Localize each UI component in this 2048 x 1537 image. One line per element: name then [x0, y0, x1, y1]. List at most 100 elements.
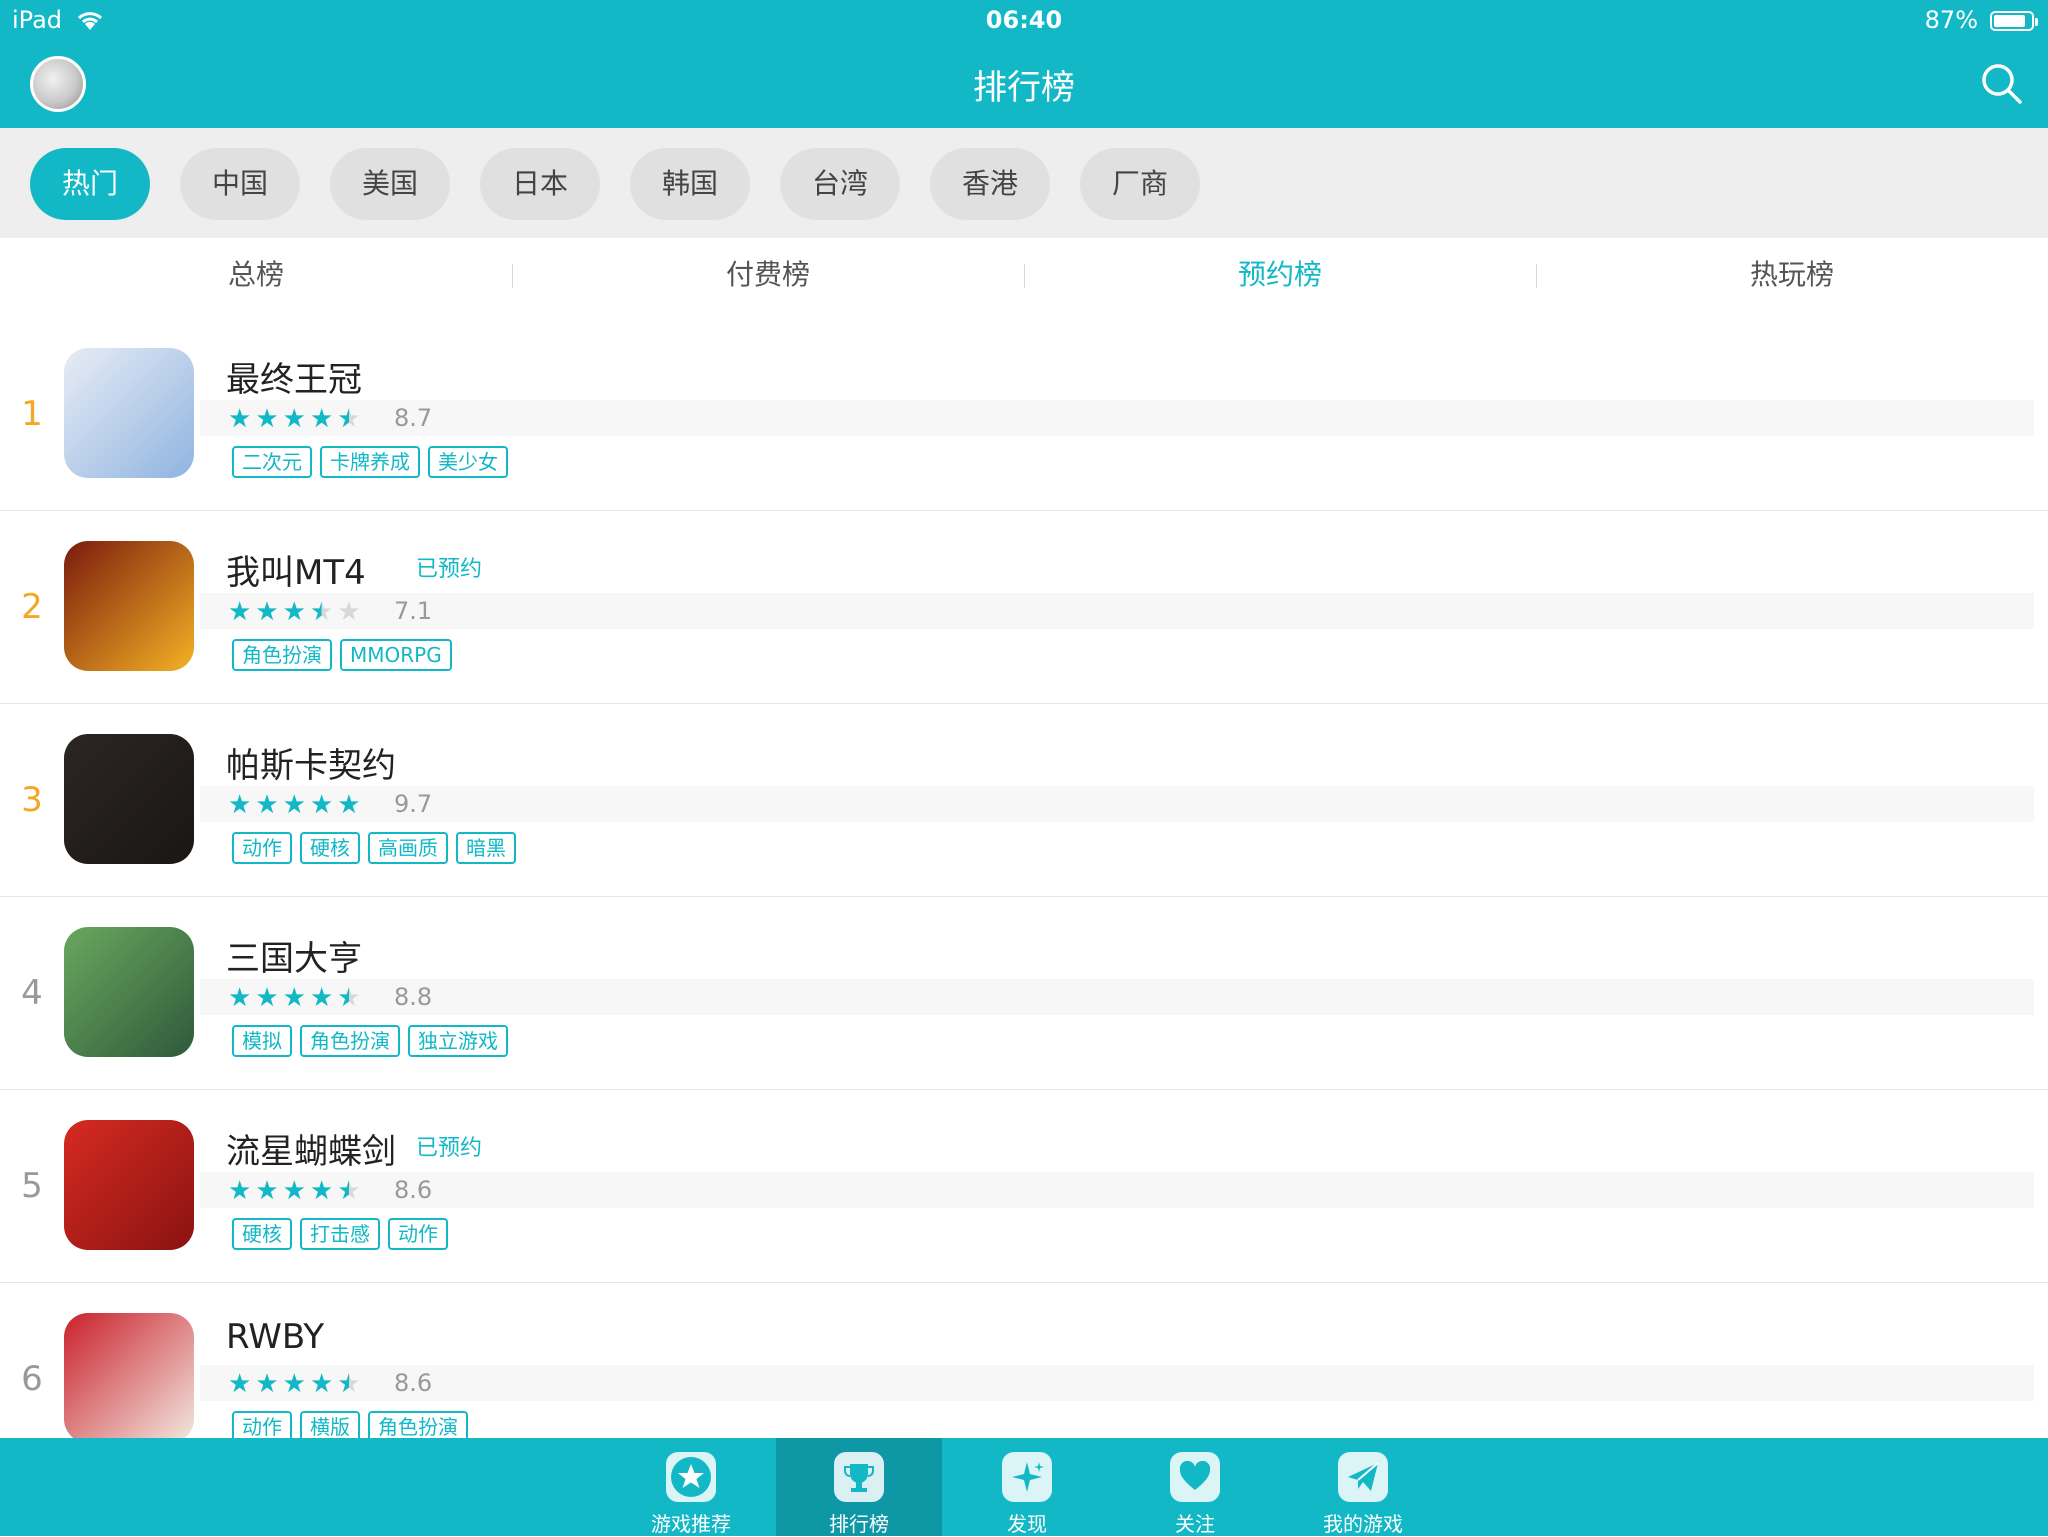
genre-tag[interactable]: 独立游戏	[408, 1025, 508, 1057]
rank-number: 1	[21, 394, 43, 434]
battery-icon	[1990, 11, 2038, 31]
genre-tag[interactable]: 横版	[300, 1411, 360, 1438]
tab-2[interactable]: 预约榜	[1024, 238, 1536, 318]
list-item[interactable]: 3 帕斯卡契约 ★ ★ ★ ★ ★ 9.7 动作 硬核 高画质 暗黑	[0, 704, 2048, 897]
genre-tag[interactable]: 角色扮演	[368, 1411, 468, 1438]
search-icon[interactable]	[1980, 62, 2024, 106]
genre-tag[interactable]: 硬核	[300, 832, 360, 864]
bottom-nav: 游戏推荐 排行榜 发现 关注 我的游戏	[0, 1438, 2048, 1536]
star-icon: ★	[255, 790, 279, 820]
nav-item-trophy[interactable]: 排行榜	[776, 1438, 942, 1536]
nav-item-star[interactable]: 游戏推荐	[608, 1438, 774, 1536]
app-icon[interactable]	[64, 348, 194, 478]
trophy-icon	[834, 1452, 884, 1502]
region-pill[interactable]: 美国	[330, 148, 450, 220]
star-icon: ★	[337, 790, 361, 820]
status-bar: iPad 06:40 87%	[0, 0, 2048, 40]
tab-divider	[1536, 264, 1537, 288]
nav-label: 排行榜	[829, 1512, 889, 1536]
tab-0[interactable]: 总榜	[0, 238, 512, 318]
nav-item-paper-plane[interactable]: 我的游戏	[1280, 1438, 1446, 1536]
nav-item-sparkle[interactable]: 发现	[944, 1438, 1110, 1536]
rating-score: 8.8	[394, 983, 433, 1011]
game-name[interactable]: 帕斯卡契约	[226, 738, 396, 787]
reserved-badge: 已预约	[416, 557, 483, 582]
genre-tag[interactable]: 卡牌养成	[320, 446, 420, 478]
star-icon: ★	[282, 597, 306, 627]
nav-item-heart[interactable]: 关注	[1112, 1438, 1278, 1536]
genre-tag[interactable]: MMORPG	[340, 639, 452, 671]
region-pill[interactable]: 韩国	[630, 148, 750, 220]
genre-tag[interactable]: 美少女	[428, 446, 508, 478]
genre-tag[interactable]: 高画质	[368, 832, 448, 864]
genre-tag[interactable]: 二次元	[232, 446, 312, 478]
tab-1[interactable]: 付费榜	[512, 238, 1024, 318]
game-name[interactable]: 最终王冠	[226, 352, 362, 401]
rank-number: 4	[21, 973, 43, 1013]
game-name[interactable]: 流星蝴蝶剑	[226, 1124, 396, 1173]
star-icon	[666, 1452, 716, 1502]
list-item[interactable]: 6 RWBY ★ ★ ★ ★ ★ 8.6 动作 横版 角色扮演	[0, 1283, 2048, 1438]
star-icon: ★	[337, 404, 361, 434]
region-pill[interactable]: 香港	[930, 148, 1050, 220]
region-pill[interactable]: 台湾	[780, 148, 900, 220]
genre-tag[interactable]: 暗黑	[456, 832, 516, 864]
row-stripe	[200, 786, 2034, 822]
region-filter-bar: 热门 中国 美国 日本 韩国 台湾 香港 厂商	[0, 128, 2048, 238]
row-stripe	[200, 400, 2034, 436]
region-pill[interactable]: 厂商	[1080, 148, 1200, 220]
row-stripe	[200, 593, 2034, 629]
star-icon: ★	[337, 1176, 361, 1206]
game-name[interactable]: 我叫MT4	[226, 545, 366, 594]
rating-stars: ★ ★ ★ ★ ★	[228, 790, 365, 820]
genre-tag[interactable]: 角色扮演	[300, 1025, 400, 1057]
app-icon[interactable]	[64, 927, 194, 1057]
genre-tag[interactable]: 动作	[388, 1218, 448, 1250]
rating-score: 8.7	[394, 404, 433, 432]
star-icon: ★	[309, 1369, 334, 1399]
list-item[interactable]: 2 我叫MT4 已预约 ★ ★ ★ ★ ★ 7.1 角色扮演 MMORPG	[0, 511, 2048, 704]
genre-tag[interactable]: 模拟	[232, 1025, 292, 1057]
tab-3[interactable]: 热玩榜	[1536, 238, 2048, 318]
star-icon: ★	[228, 597, 252, 627]
battery-percent: 87%	[1924, 6, 1978, 34]
region-pill[interactable]: 中国	[180, 148, 300, 220]
rating-stars: ★ ★ ★ ★ ★	[228, 983, 365, 1013]
star-icon: ★	[282, 790, 306, 820]
region-pill[interactable]: 日本	[480, 148, 600, 220]
star-icon: ★	[309, 597, 334, 627]
ranking-tabs: 总榜 付费榜 预约榜 热玩榜	[0, 238, 2048, 319]
list-item[interactable]: 4 三国大亨 ★ ★ ★ ★ ★ 8.8 模拟 角色扮演 独立游戏	[0, 897, 2048, 1090]
star-icon: ★	[337, 597, 361, 627]
star-icon: ★	[337, 983, 361, 1013]
star-icon: ★	[255, 404, 279, 434]
list-item[interactable]: 1 最终王冠 ★ ★ ★ ★ ★ 8.7 二次元 卡牌养成 美少女	[0, 318, 2048, 511]
page-title: 排行榜	[973, 68, 1075, 108]
app-icon[interactable]	[64, 541, 194, 671]
tag-list: 动作 横版 角色扮演	[232, 1411, 476, 1438]
star-icon: ★	[309, 404, 334, 434]
rating-score: 7.1	[394, 597, 433, 625]
reserved-badge: 已预约	[416, 1136, 483, 1161]
genre-tag[interactable]: 硬核	[232, 1218, 292, 1250]
row-stripe	[200, 1365, 2034, 1401]
paper-plane-icon	[1338, 1452, 1388, 1502]
star-icon: ★	[255, 1369, 279, 1399]
rank-number: 5	[21, 1166, 43, 1206]
app-icon[interactable]	[64, 1313, 194, 1438]
game-name[interactable]: 三国大亨	[226, 931, 362, 980]
app-icon[interactable]	[64, 734, 194, 864]
list-item[interactable]: 5 流星蝴蝶剑 已预约 ★ ★ ★ ★ ★ 8.6 硬核 打击感 动作	[0, 1090, 2048, 1283]
genre-tag[interactable]: 动作	[232, 1411, 292, 1438]
rating-stars: ★ ★ ★ ★ ★	[228, 1369, 365, 1399]
genre-tag[interactable]: 角色扮演	[232, 639, 332, 671]
genre-tag[interactable]: 动作	[232, 832, 292, 864]
region-pill[interactable]: 热门	[30, 148, 150, 220]
nav-label: 发现	[1007, 1512, 1047, 1536]
app-icon[interactable]	[64, 1120, 194, 1250]
rating-stars: ★ ★ ★ ★ ★	[228, 404, 365, 434]
game-name[interactable]: RWBY	[226, 1317, 324, 1357]
genre-tag[interactable]: 打击感	[300, 1218, 380, 1250]
rank-number: 6	[21, 1359, 43, 1399]
row-stripe	[200, 1172, 2034, 1208]
